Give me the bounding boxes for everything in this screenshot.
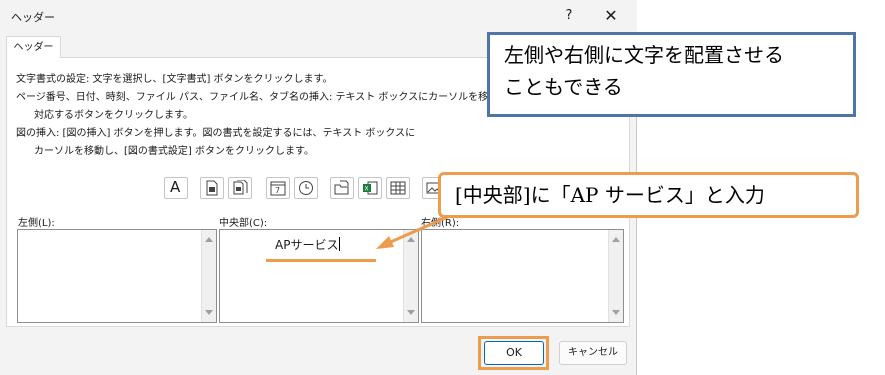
input-instruction-callout: [中央部]に「AP サービス」と入力 (438, 172, 859, 218)
tab-header[interactable]: ヘッダー (6, 36, 61, 58)
